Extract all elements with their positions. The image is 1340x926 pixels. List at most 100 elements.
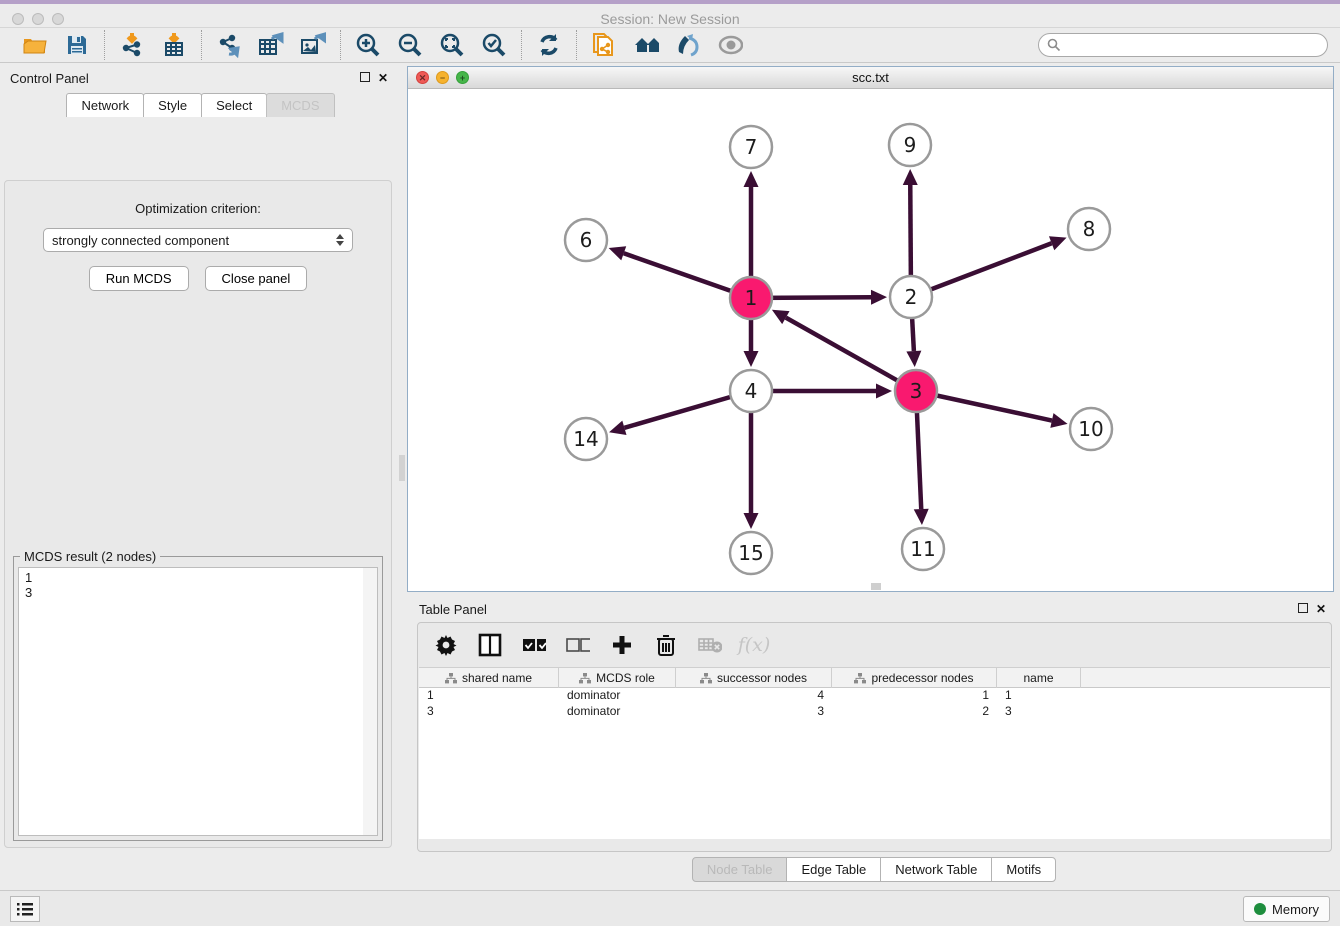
graph-node-7[interactable]: 7	[730, 126, 772, 168]
memory-status-icon	[1254, 903, 1266, 915]
network-close-icon[interactable]: ✕	[416, 71, 429, 84]
control-panel-title: Control Panel	[10, 71, 89, 86]
graph-node-8[interactable]: 8	[1068, 208, 1110, 250]
svg-text:14: 14	[573, 427, 598, 451]
tab-style[interactable]: Style	[143, 93, 202, 117]
graph-node-1[interactable]: 1	[730, 277, 772, 319]
mcds-result-text[interactable]: 1 3	[18, 567, 378, 836]
graph-node-10[interactable]: 10	[1070, 408, 1112, 450]
graph-node-4[interactable]: 4	[730, 370, 772, 412]
close-panel-button[interactable]: Close panel	[205, 266, 308, 291]
network-window-titlebar[interactable]: ✕ − + scc.txt	[408, 67, 1333, 89]
graph-node-2[interactable]: 2	[890, 276, 932, 318]
search-input[interactable]	[1061, 38, 1327, 52]
graph-node-3[interactable]: 3	[895, 370, 937, 412]
import-network-icon[interactable]	[119, 32, 145, 58]
network-minimize-icon[interactable]: −	[436, 71, 449, 84]
edge-arrowhead	[914, 509, 929, 525]
select-stepper-icon	[336, 234, 344, 246]
mcds-result-box: MCDS result (2 nodes) 1 3	[13, 556, 383, 841]
table-row[interactable]: 1 dominator 4 1 1	[419, 688, 1330, 704]
show-columns-icon[interactable]	[478, 633, 502, 657]
add-column-icon[interactable]	[610, 633, 634, 657]
tab-network[interactable]: Network	[66, 93, 144, 117]
table-float-panel-icon[interactable]	[1298, 602, 1308, 616]
zoom-in-icon[interactable]	[355, 32, 381, 58]
optimization-criterion-label: Optimization criterion:	[5, 201, 391, 216]
svg-text:1: 1	[745, 286, 758, 310]
table-close-panel-icon[interactable]: ✕	[1316, 602, 1326, 616]
svg-text:15: 15	[738, 541, 763, 565]
task-history-button[interactable]	[10, 896, 40, 922]
tab-network-table[interactable]: Network Table	[880, 857, 992, 882]
deselect-all-icon[interactable]	[566, 633, 590, 657]
edge-arrowhead	[1050, 413, 1067, 428]
network-maximize-icon[interactable]: +	[456, 71, 469, 84]
panel-divider-scrollbar[interactable]	[399, 455, 405, 481]
svg-text:2: 2	[905, 285, 918, 309]
network-canvas[interactable]: 7 9 6 8 1 2 4 3 14 10 15 11	[408, 89, 1333, 591]
tab-edge-table[interactable]: Edge Table	[786, 857, 881, 882]
graph-node-9[interactable]: 9	[889, 124, 931, 166]
export-network-icon[interactable]	[216, 32, 242, 58]
table-row[interactable]: 3 dominator 3 2 3	[419, 704, 1330, 720]
zoom-fit-icon[interactable]	[439, 32, 465, 58]
network-window: ✕ − + scc.txt 7 9 6 8 1 2 4 3 14 10 15 11	[407, 66, 1334, 592]
tree-icon	[445, 673, 457, 684]
run-mcds-button[interactable]: Run MCDS	[89, 266, 189, 291]
svg-text:11: 11	[910, 537, 935, 561]
tab-node-table[interactable]: Node Table	[692, 857, 788, 882]
search-box[interactable]	[1038, 33, 1328, 57]
table-settings-icon[interactable]	[434, 633, 458, 657]
graph-node-6[interactable]: 6	[565, 219, 607, 261]
svg-text:10: 10	[1078, 417, 1103, 441]
network-overview-icon[interactable]	[633, 32, 659, 58]
column-header-shared-name[interactable]: shared name	[419, 668, 559, 688]
memory-button[interactable]: Memory	[1243, 896, 1330, 922]
column-header-name[interactable]: name	[997, 668, 1081, 688]
svg-text:7: 7	[745, 135, 758, 159]
delete-column-icon[interactable]	[654, 633, 678, 657]
export-image-icon[interactable]	[300, 32, 326, 58]
table-panel-title: Table Panel	[419, 602, 487, 617]
criterion-select[interactable]: strongly connected component	[43, 228, 353, 252]
float-panel-icon[interactable]	[360, 71, 370, 85]
network-graph[interactable]: 7 9 6 8 1 2 4 3 14 10 15 11	[408, 89, 1333, 591]
edge-arrowhead	[609, 246, 627, 260]
column-header-predecessor-nodes[interactable]: predecessor nodes	[832, 668, 997, 688]
tree-icon	[579, 673, 591, 684]
refresh-icon[interactable]	[536, 32, 562, 58]
column-header-mcds-role[interactable]: MCDS role	[559, 668, 676, 688]
canvas-hscrollbar[interactable]	[871, 583, 881, 590]
select-all-icon[interactable]	[522, 633, 546, 657]
tab-motifs[interactable]: Motifs	[991, 857, 1056, 882]
graph-node-11[interactable]: 11	[902, 528, 944, 570]
column-header-successor-nodes[interactable]: successor nodes	[676, 668, 832, 688]
import-table-icon[interactable]	[161, 32, 187, 58]
mcds-result-title: MCDS result (2 nodes)	[20, 549, 160, 564]
graph-edge[interactable]	[786, 318, 916, 391]
graph-node-15[interactable]: 15	[730, 532, 772, 574]
table-toolbar: f(x)	[418, 623, 1331, 667]
control-panel: Control Panel ✕ Network Style Select MCD…	[0, 63, 400, 890]
node-table: shared name MCDS role successor nodes pr…	[419, 667, 1330, 839]
svg-text:6: 6	[580, 228, 593, 252]
tab-mcds[interactable]: MCDS	[266, 93, 334, 117]
window-title: Session: New Session	[0, 11, 1340, 27]
graph-node-14[interactable]: 14	[565, 418, 607, 460]
tab-select[interactable]: Select	[201, 93, 267, 117]
zoom-out-icon[interactable]	[397, 32, 423, 58]
save-session-icon[interactable]	[64, 32, 90, 58]
graph-edge[interactable]	[911, 243, 1052, 297]
open-file-icon[interactable]	[22, 32, 48, 58]
close-panel-icon[interactable]: ✕	[378, 71, 388, 85]
show-hide-icon[interactable]	[717, 32, 743, 58]
zoom-selected-icon[interactable]	[481, 32, 507, 58]
table-tabs: Node Table Edge Table Network Table Moti…	[407, 857, 1340, 882]
tree-icon	[700, 673, 712, 684]
copy-network-icon[interactable]	[591, 32, 617, 58]
export-table-icon[interactable]	[258, 32, 284, 58]
result-scrollbar[interactable]	[363, 568, 377, 835]
list-icon	[17, 902, 33, 916]
apply-style-icon[interactable]	[675, 32, 701, 58]
